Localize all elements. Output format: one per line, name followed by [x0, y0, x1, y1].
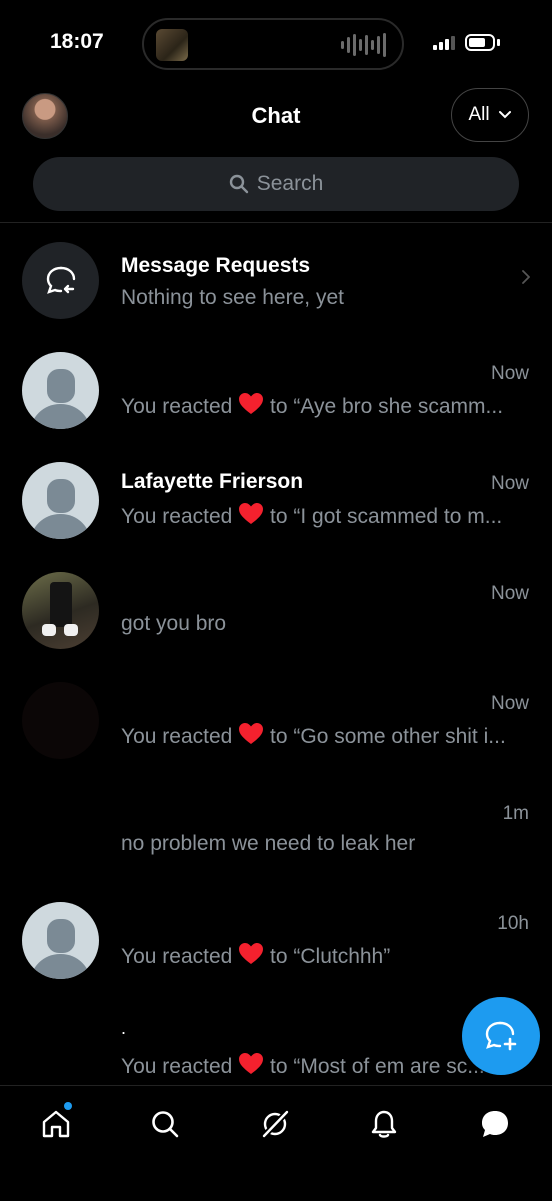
notification-dot — [64, 1102, 72, 1110]
new-message-button[interactable] — [462, 997, 540, 1075]
battery-icon — [465, 34, 495, 51]
conversation-preview: You reacted to “Aye bro she scamm... — [121, 392, 503, 419]
heart-icon — [239, 503, 264, 524]
conversation-row[interactable]: Now You reacted to “Go some other shit i… — [0, 666, 552, 776]
conversation-preview: no problem we need to leak her — [121, 832, 416, 855]
grok-icon — [261, 1109, 290, 1139]
heart-icon — [239, 393, 264, 414]
message-requests-row[interactable]: Message Requests Nothing to see here, ye… — [0, 226, 552, 336]
filter-dropdown[interactable]: All — [451, 88, 529, 142]
chat-header: Chat All — [0, 86, 552, 146]
status-bar: 18:07 — [0, 0, 552, 90]
conversation-row[interactable]: Now You reacted to “Aye bro she scamm... — [0, 336, 552, 446]
conversation-preview: You reacted to “Go some other shit i... — [121, 722, 506, 749]
heart-icon — [239, 723, 264, 744]
now-playing-artwork — [156, 29, 188, 61]
filter-label: All — [468, 104, 490, 125]
conversation-time: 1m — [502, 803, 529, 824]
conversation-row[interactable]: Lafayette Frierson Now You reacted to “I… — [0, 446, 552, 556]
conversation-name: . — [121, 1018, 127, 1038]
message-request-icon — [46, 266, 75, 294]
tab-messages[interactable] — [475, 1104, 515, 1144]
tab-notifications[interactable] — [364, 1104, 404, 1144]
cellular-signal-icon — [433, 36, 455, 50]
heart-icon — [239, 943, 264, 964]
message-requests-subtitle: Nothing to see here, yet — [121, 286, 344, 309]
search-placeholder: Search — [256, 172, 324, 195]
conversation-time: Now — [490, 693, 529, 714]
message-requests-avatar — [22, 242, 99, 319]
conversation-name: Lafayette Frierson — [121, 470, 304, 493]
conversation-time: 10h — [497, 913, 529, 934]
photo-avatar — [22, 572, 99, 649]
conversation-preview: got you bro — [121, 612, 227, 635]
conversation-preview: You reacted to “Clutchhh” — [121, 942, 390, 969]
conversation-row[interactable]: 1m no problem we need to leak her — [0, 776, 552, 886]
conversation-preview: You reacted to “Most of em are sc... — [121, 1052, 485, 1079]
default-avatar — [22, 462, 99, 539]
dynamic-island[interactable] — [142, 18, 404, 70]
status-time: 18:07 — [50, 30, 104, 53]
tab-grok[interactable] — [255, 1104, 295, 1144]
default-avatar — [22, 352, 99, 429]
notifications-icon — [371, 1110, 397, 1138]
tab-search[interactable] — [145, 1104, 185, 1144]
conversation-time: Now — [490, 583, 529, 604]
messages-icon — [482, 1111, 508, 1137]
chevron-right-icon — [522, 270, 530, 284]
search-icon — [152, 1111, 179, 1138]
conversation-preview: You reacted to “I got scammed to m... — [121, 502, 502, 529]
tab-home[interactable] — [36, 1102, 76, 1144]
search-input[interactable]: Search — [33, 157, 519, 211]
conversation-row[interactable]: Now got you bro — [0, 556, 552, 666]
conversation-row[interactable]: 10h You reacted to “Clutchhh” — [0, 886, 552, 996]
chevron-down-icon — [498, 111, 511, 119]
header-divider — [0, 222, 552, 223]
audio-waveform-icon — [341, 32, 386, 58]
dark-avatar — [22, 682, 99, 759]
message-requests-title: Message Requests — [121, 254, 311, 277]
conversation-time: Now — [490, 363, 529, 384]
bottom-tab-bar — [0, 1085, 552, 1201]
search-icon — [229, 174, 248, 194]
battery-tip — [497, 39, 500, 46]
default-avatar — [22, 902, 99, 979]
heart-icon — [239, 1053, 264, 1074]
new-message-icon — [485, 1021, 517, 1051]
home-icon — [42, 1110, 70, 1138]
conversation-time: Now — [490, 473, 529, 494]
